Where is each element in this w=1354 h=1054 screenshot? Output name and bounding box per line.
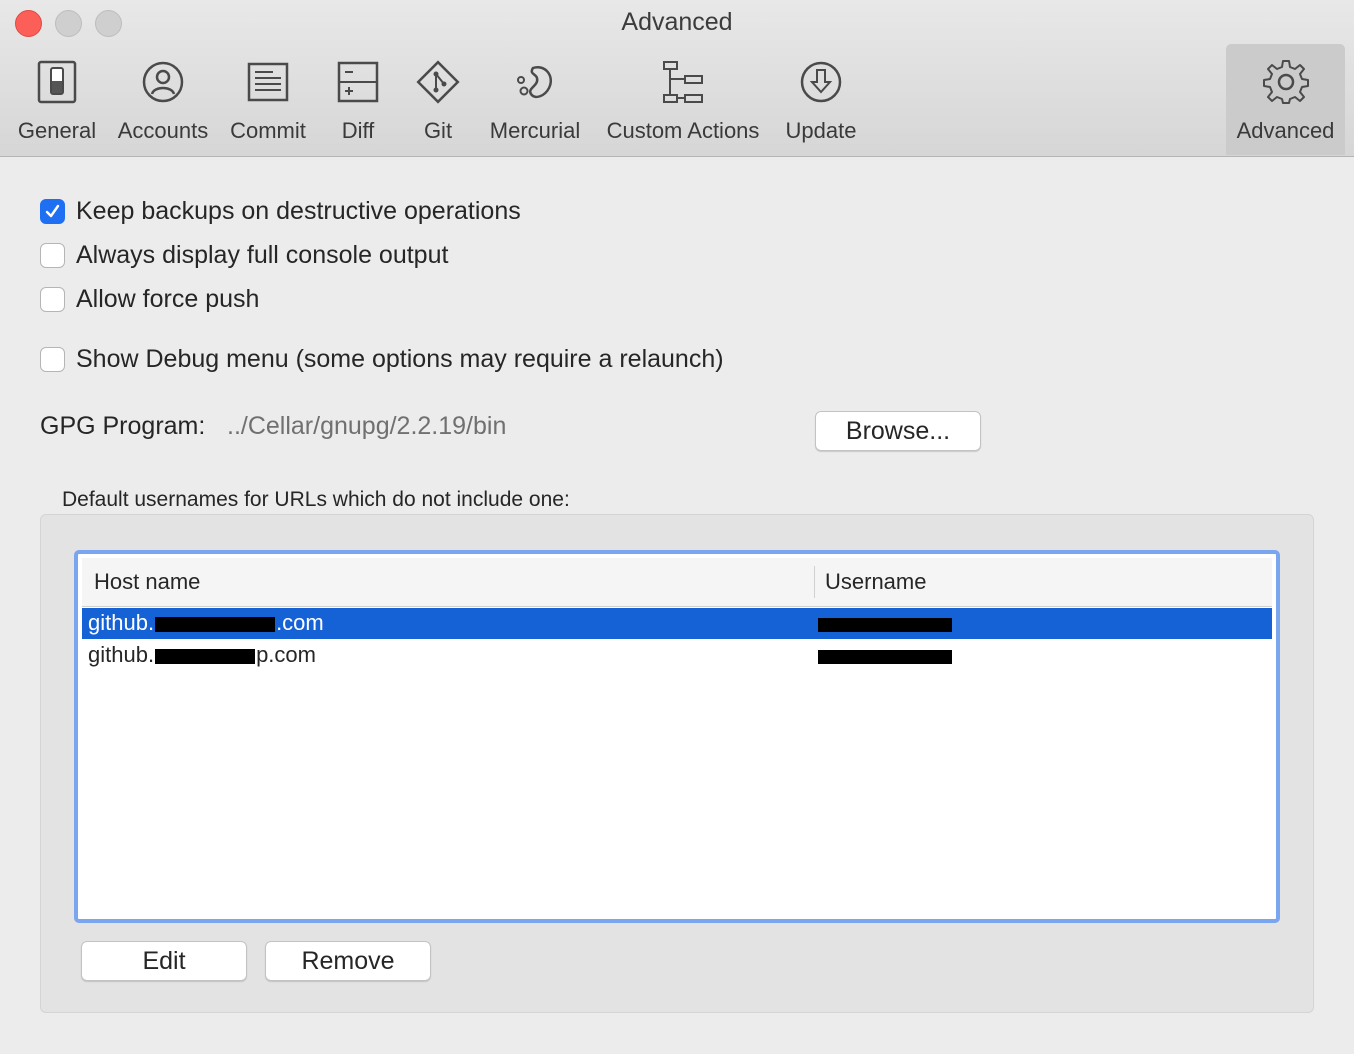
toolbar-item-custom-actions[interactable]: Custom Actions	[596, 44, 770, 155]
user-icon	[142, 61, 184, 103]
toolbar-item-accounts[interactable]: Accounts	[110, 44, 216, 155]
debug-menu-label: Show Debug menu (some options may requir…	[76, 345, 724, 373]
keep-backups-checkbox[interactable]	[40, 199, 65, 224]
diff-icon	[337, 61, 379, 103]
full-console-label: Always display full console output	[76, 241, 449, 269]
table-row[interactable]: github. p.com	[82, 640, 1272, 671]
keep-backups-label: Keep backups on destructive operations	[76, 197, 521, 225]
toolbar-item-update[interactable]: Update	[778, 44, 864, 155]
toolbar-label: Commit	[230, 118, 306, 143]
toolbar-label: Mercurial	[489, 118, 581, 143]
force-push-label: Allow force push	[76, 285, 260, 313]
column-header-username[interactable]: Username	[825, 569, 926, 595]
column-header-host[interactable]: Host name	[94, 569, 200, 595]
toolbar-item-general[interactable]: General	[10, 44, 104, 155]
force-push-option[interactable]: Allow force push	[40, 285, 259, 314]
toolbar-item-git[interactable]: Git	[402, 44, 474, 155]
debug-menu-option[interactable]: Show Debug menu (some options may requir…	[40, 345, 724, 374]
usernames-table[interactable]: Host name Username github. .com github. p.…	[74, 550, 1280, 923]
redaction-bar	[155, 648, 256, 664]
table-header: Host name Username	[82, 558, 1272, 607]
force-push-checkbox[interactable]	[40, 287, 65, 312]
full-console-option[interactable]: Always display full console output	[40, 241, 448, 270]
download-icon	[800, 61, 842, 103]
gpg-program-label: GPG Program:	[40, 412, 206, 440]
host-cell: github. p.com	[88, 642, 316, 667]
title-bar: Advanced General Accounts Commit Diff Gi…	[0, 0, 1354, 157]
edit-button[interactable]: Edit	[81, 941, 247, 981]
toolbar-label: Update	[785, 118, 857, 143]
toolbar-label: Git	[423, 118, 453, 143]
custom-actions-icon	[663, 61, 703, 103]
window-title: Advanced	[621, 8, 733, 36]
toolbar-label: Custom Actions	[606, 118, 760, 143]
host-cell: github. .com	[88, 610, 324, 635]
toolbar-item-diff[interactable]: Diff	[320, 44, 396, 155]
debug-menu-checkbox[interactable]	[40, 347, 65, 372]
username-redaction	[818, 618, 952, 632]
toolbar-item-commit[interactable]: Commit	[222, 44, 314, 155]
redaction-bar	[155, 616, 276, 632]
gear-icon	[1262, 60, 1309, 104]
checkmark-icon	[45, 204, 60, 218]
remove-button[interactable]: Remove	[265, 941, 431, 981]
git-icon	[416, 60, 460, 104]
switch-icon	[37, 60, 77, 104]
table-row[interactable]: github. .com	[82, 608, 1272, 639]
toolbar-label: Advanced	[1236, 118, 1335, 143]
keep-backups-option[interactable]: Keep backups on destructive operations	[40, 197, 521, 226]
full-console-checkbox[interactable]	[40, 243, 65, 268]
browse-button[interactable]: Browse...	[815, 411, 981, 451]
toolbar-label: General	[17, 118, 97, 143]
username-redaction	[818, 650, 952, 664]
mercurial-icon	[517, 65, 552, 99]
toolbar-label: Diff	[341, 118, 375, 143]
usernames-caption: Default usernames for URLs which do not …	[62, 488, 570, 511]
toolbar-label: Accounts	[117, 118, 209, 143]
document-icon	[247, 62, 289, 102]
column-divider[interactable]	[814, 566, 815, 598]
gpg-program-path: ../Cellar/gnupg/2.2.19/bin	[227, 412, 507, 440]
toolbar-item-mercurial[interactable]: Mercurial	[482, 44, 588, 155]
toolbar-item-advanced[interactable]: Advanced	[1226, 44, 1345, 155]
